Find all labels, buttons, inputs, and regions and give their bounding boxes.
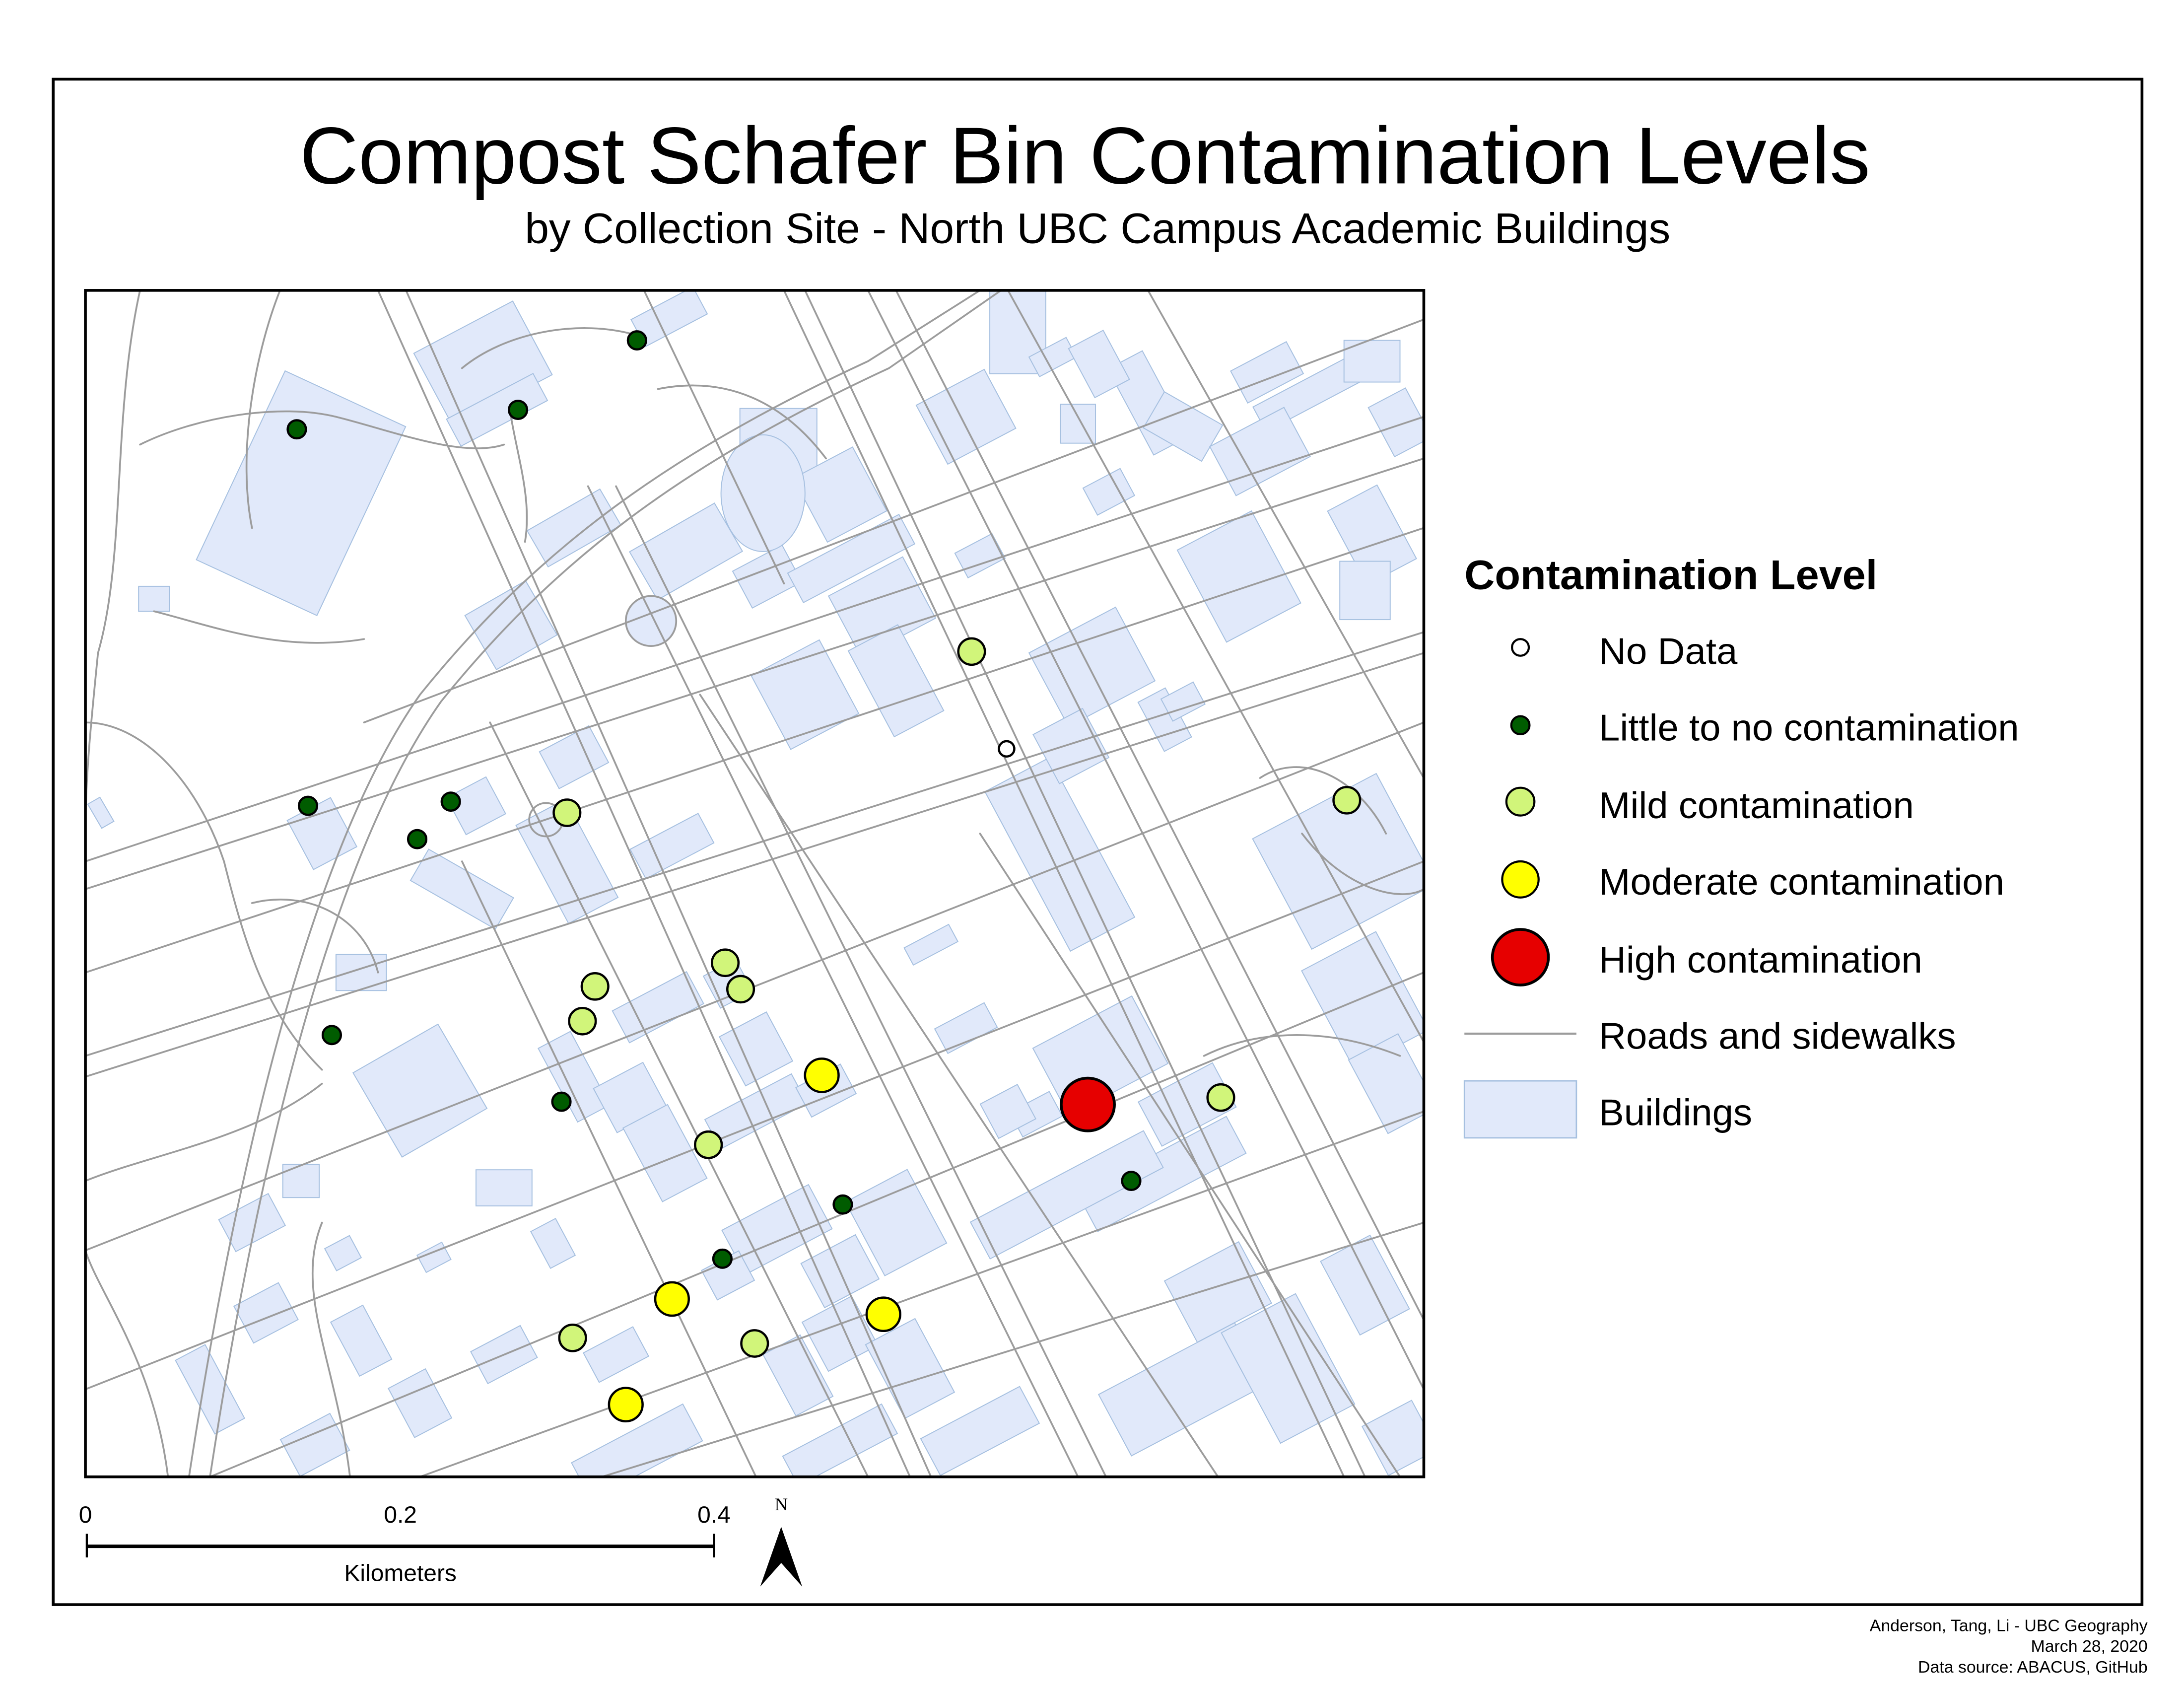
collection-site-mild [558,1323,587,1352]
collection-site-little [712,1248,733,1269]
collection-site-mild [1206,1083,1235,1112]
building [1339,561,1391,621]
scale-tick-0-2: 0.2 [384,1502,417,1528]
collection-site-little [286,419,307,440]
credits-date: March 28, 2020 [2031,1637,2148,1656]
north-arrow-label: N [775,1494,788,1514]
collection-site-little [440,791,461,812]
collection-site-mild [1332,786,1362,815]
legend-buildings-label: Buildings [1599,1092,1752,1134]
collection-site-little [407,829,428,849]
credits-data-source: Data source: ABACUS, GitHub [1918,1658,2148,1677]
collection-site-mild [740,1329,769,1358]
legend-mild-label: Mild contamination [1599,784,1914,827]
scale-tick-0: 0 [79,1502,92,1528]
collection-site-little [626,330,647,351]
map-layout-page: Compost Schafer Bin Contamination Levels… [0,0,2184,1688]
collection-site-moderate [804,1057,840,1093]
collection-site-high [1060,1076,1116,1132]
building [720,434,806,552]
collection-site-moderate [654,1281,690,1317]
collection-site-moderate [865,1296,901,1333]
legend-moderate-label: Moderate contamination [1599,861,2004,903]
collection-site-little [321,1025,342,1046]
collection-site-little [551,1091,572,1112]
collection-site-little [832,1194,853,1215]
collection-site-little [508,400,529,420]
collection-site-mild [568,1006,597,1036]
collection-site-mild [694,1130,723,1159]
collection-site-mild [710,948,740,978]
map-title: Compost Schafer Bin Contamination Levels [300,110,1870,201]
collection-site-little [297,795,319,816]
legend-title: Contamination Level [1464,552,1877,598]
collection-site-mild [580,972,610,1001]
map-frame[interactable] [84,287,1438,1499]
legend-no-data-label: No Data [1599,631,1738,673]
building [138,585,170,612]
scale-tick-0-4: 0.4 [697,1502,731,1528]
credits: Anderson, Tang, Li - UBC Geography March… [1870,1616,2148,1677]
map-subtitle: by Collection Site - North UBC Campus Ac… [525,205,1670,253]
collection-site-mild [726,975,755,1004]
collection-site-no-data [998,740,1016,758]
legend-roads-label: Roads and sidewalks [1599,1015,1956,1057]
scale-unit-label: Kilometers [344,1560,456,1587]
building [475,1169,533,1206]
collection-site-little [1121,1171,1142,1192]
legend-moderate-symbol [1501,860,1540,899]
legend-high-symbol [1491,928,1550,986]
legend-mild-symbol [1505,786,1536,817]
legend-little-symbol [1510,715,1531,736]
legend-buildings-symbol [1463,1080,1577,1139]
legend-high-label: High contamination [1599,939,1922,981]
legend-no-data-symbol [1511,638,1530,657]
legend-little-label: Little to no contamination [1599,707,2019,749]
credits-authors: Anderson, Tang, Li - UBC Geography [1870,1616,2148,1635]
building [282,1164,320,1198]
map-layout: Compost Schafer Bin Contamination Levels… [52,77,2148,1677]
collection-site-mild [552,798,582,827]
collection-site-mild [957,637,986,666]
collection-site-moderate [608,1387,644,1422]
